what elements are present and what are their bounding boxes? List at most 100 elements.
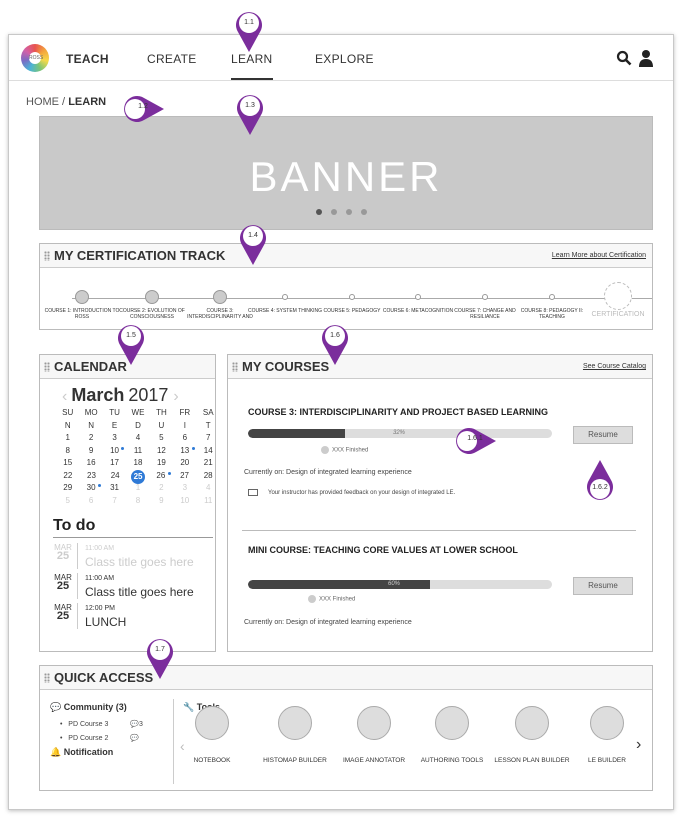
calendar-cell[interactable]: 2: [150, 482, 173, 495]
todo-item[interactable]: MAR 25 11:00 AM Class title goes here: [53, 573, 213, 602]
calendar-cell: I: [183, 420, 186, 430]
calendar-cell[interactable]: 1: [56, 432, 79, 445]
tool-item[interactable]: LE BUILDER: [557, 706, 657, 764]
calendar-cell[interactable]: 4: [197, 482, 220, 495]
calendar-cell[interactable]: 7: [103, 495, 126, 508]
course-title[interactable]: COURSE 3: INTERDISCIPLINARITY AND PROJEC…: [248, 407, 548, 417]
calendar-cell[interactable]: 5: [56, 495, 79, 508]
step-marker: [415, 294, 421, 300]
search-icon[interactable]: [616, 50, 632, 66]
course-progress-bar: 32%: [248, 429, 552, 438]
calendar-cell[interactable]: 22: [56, 470, 80, 483]
certification-step[interactable]: COURSE 1: INTRODUCTION TO ROSS: [42, 290, 122, 320]
calendar-cell[interactable]: 18: [126, 457, 149, 470]
certification-step[interactable]: CERTIFICATION: [578, 282, 658, 318]
calendar-cell[interactable]: 19: [150, 457, 173, 470]
calendar-cell[interactable]: 9: [79, 445, 102, 458]
logo[interactable]: ROSS: [21, 44, 49, 72]
calendar-cell[interactable]: 6: [173, 432, 196, 445]
community-item[interactable]: • PD Course 3 💬3: [60, 720, 143, 728]
step-marker: [145, 290, 159, 304]
carousel-dot[interactable]: [331, 209, 337, 215]
certification-link[interactable]: Learn More about Certification: [552, 252, 646, 259]
annotation-pin: 1.4: [236, 221, 270, 267]
calendar-cell[interactable]: 12: [150, 445, 173, 458]
calendar-year: 2017: [128, 385, 169, 405]
calendar-cell[interactable]: 13: [173, 445, 196, 458]
tool-icon: [590, 706, 624, 740]
community-heading[interactable]: 💬 Community (3): [50, 702, 127, 713]
calendar-month: March: [71, 385, 125, 405]
feedback-note[interactable]: Your instructor has provided feedback on…: [248, 489, 455, 496]
calendar-cell[interactable]: 11: [197, 495, 220, 508]
calendar-cell[interactable]: 7: [197, 432, 220, 445]
drag-handle-icon[interactable]: [44, 251, 50, 261]
annotation-pin: 1.6.1: [456, 418, 496, 464]
calendar-cell[interactable]: 27: [173, 470, 197, 483]
calendar-cell[interactable]: 8: [126, 495, 149, 508]
step-label: CERTIFICATION: [591, 311, 645, 318]
todo-item[interactable]: MAR 25 12:00 PM LUNCH: [53, 603, 213, 632]
carousel-dots: [316, 209, 367, 215]
nav-teach[interactable]: TEACH: [66, 52, 109, 66]
calendar-cell[interactable]: 17: [103, 457, 126, 470]
chevron-left-icon[interactable]: ‹: [62, 388, 67, 405]
calendar-cell[interactable]: 10: [173, 495, 196, 508]
course-title[interactable]: MINI COURSE: TEACHING CORE VALUES AT LOW…: [248, 545, 518, 555]
chat-icon: 💬: [50, 702, 62, 712]
community-item[interactable]: • PD Course 2 💬: [60, 734, 139, 742]
todo-title: LUNCH: [85, 615, 127, 629]
todo-item[interactable]: MAR 25 11:00 AM Class title goes here: [53, 543, 213, 572]
chevron-right-icon[interactable]: ›: [173, 388, 178, 405]
calendar-cell[interactable]: 8: [56, 445, 79, 458]
calendar-cell[interactable]: 15: [56, 457, 79, 470]
calendar-cell[interactable]: 4: [126, 432, 149, 445]
calendar-cell[interactable]: 5: [150, 432, 173, 445]
calendar-cell[interactable]: 1: [126, 482, 149, 495]
calendar-cell: SU: [62, 408, 74, 417]
calendar-cell[interactable]: 23: [80, 470, 104, 483]
carousel-dot[interactable]: [361, 209, 367, 215]
calendar-cell[interactable]: 16: [79, 457, 102, 470]
calendar-cell[interactable]: 3: [103, 432, 126, 445]
calendar-cell[interactable]: 26: [149, 470, 173, 483]
calendar-cell[interactable]: 2: [79, 432, 102, 445]
drag-handle-icon[interactable]: [232, 362, 238, 372]
drag-handle-icon[interactable]: [44, 362, 50, 372]
calendar-cell[interactable]: 14: [197, 445, 220, 458]
calendar-cell[interactable]: 28: [196, 470, 220, 483]
calendar-cell[interactable]: 10: [103, 445, 126, 458]
nav-create[interactable]: CREATE: [147, 52, 197, 66]
banner[interactable]: BANNER: [39, 116, 653, 230]
check-icon: [308, 595, 316, 603]
calendar-cell[interactable]: 29: [56, 482, 79, 495]
step-marker: [604, 282, 632, 310]
resume-button[interactable]: Resume: [573, 426, 633, 444]
calendar-cell[interactable]: 31: [103, 482, 126, 495]
calendar-cell[interactable]: 21: [197, 457, 220, 470]
certification-panel: MY CERTIFICATION TRACK Learn More about C…: [39, 243, 653, 330]
calendar-cell[interactable]: 24: [103, 470, 127, 483]
nav-explore[interactable]: EXPLORE: [315, 52, 374, 66]
todo-time: 12:00 PM: [85, 605, 115, 612]
drag-handle-icon[interactable]: [44, 673, 50, 683]
calendar-cell[interactable]: 3: [173, 482, 196, 495]
notification-heading[interactable]: 🔔 Notification: [50, 747, 113, 758]
calendar-cell[interactable]: 11: [126, 445, 149, 458]
message-icon: [248, 489, 258, 496]
course-catalog-link[interactable]: See Course Catalog: [583, 363, 646, 370]
step-marker: [349, 294, 355, 300]
annotation-pin: 1.6.2: [583, 458, 617, 504]
breadcrumb-home[interactable]: HOME /: [26, 96, 65, 108]
calendar-cell[interactable]: 6: [79, 495, 102, 508]
calendar-cell[interactable]: 20: [173, 457, 196, 470]
calendar-cell: N: [64, 420, 71, 430]
resume-button[interactable]: Resume: [573, 577, 633, 595]
carousel-dot[interactable]: [316, 209, 322, 215]
user-icon[interactable]: [638, 49, 654, 67]
carousel-dot[interactable]: [346, 209, 352, 215]
panel-title: MY COURSES: [242, 359, 330, 374]
nav-learn[interactable]: LEARN: [231, 52, 273, 80]
calendar-cell[interactable]: 9: [150, 495, 173, 508]
calendar-cell[interactable]: 30: [79, 482, 102, 495]
